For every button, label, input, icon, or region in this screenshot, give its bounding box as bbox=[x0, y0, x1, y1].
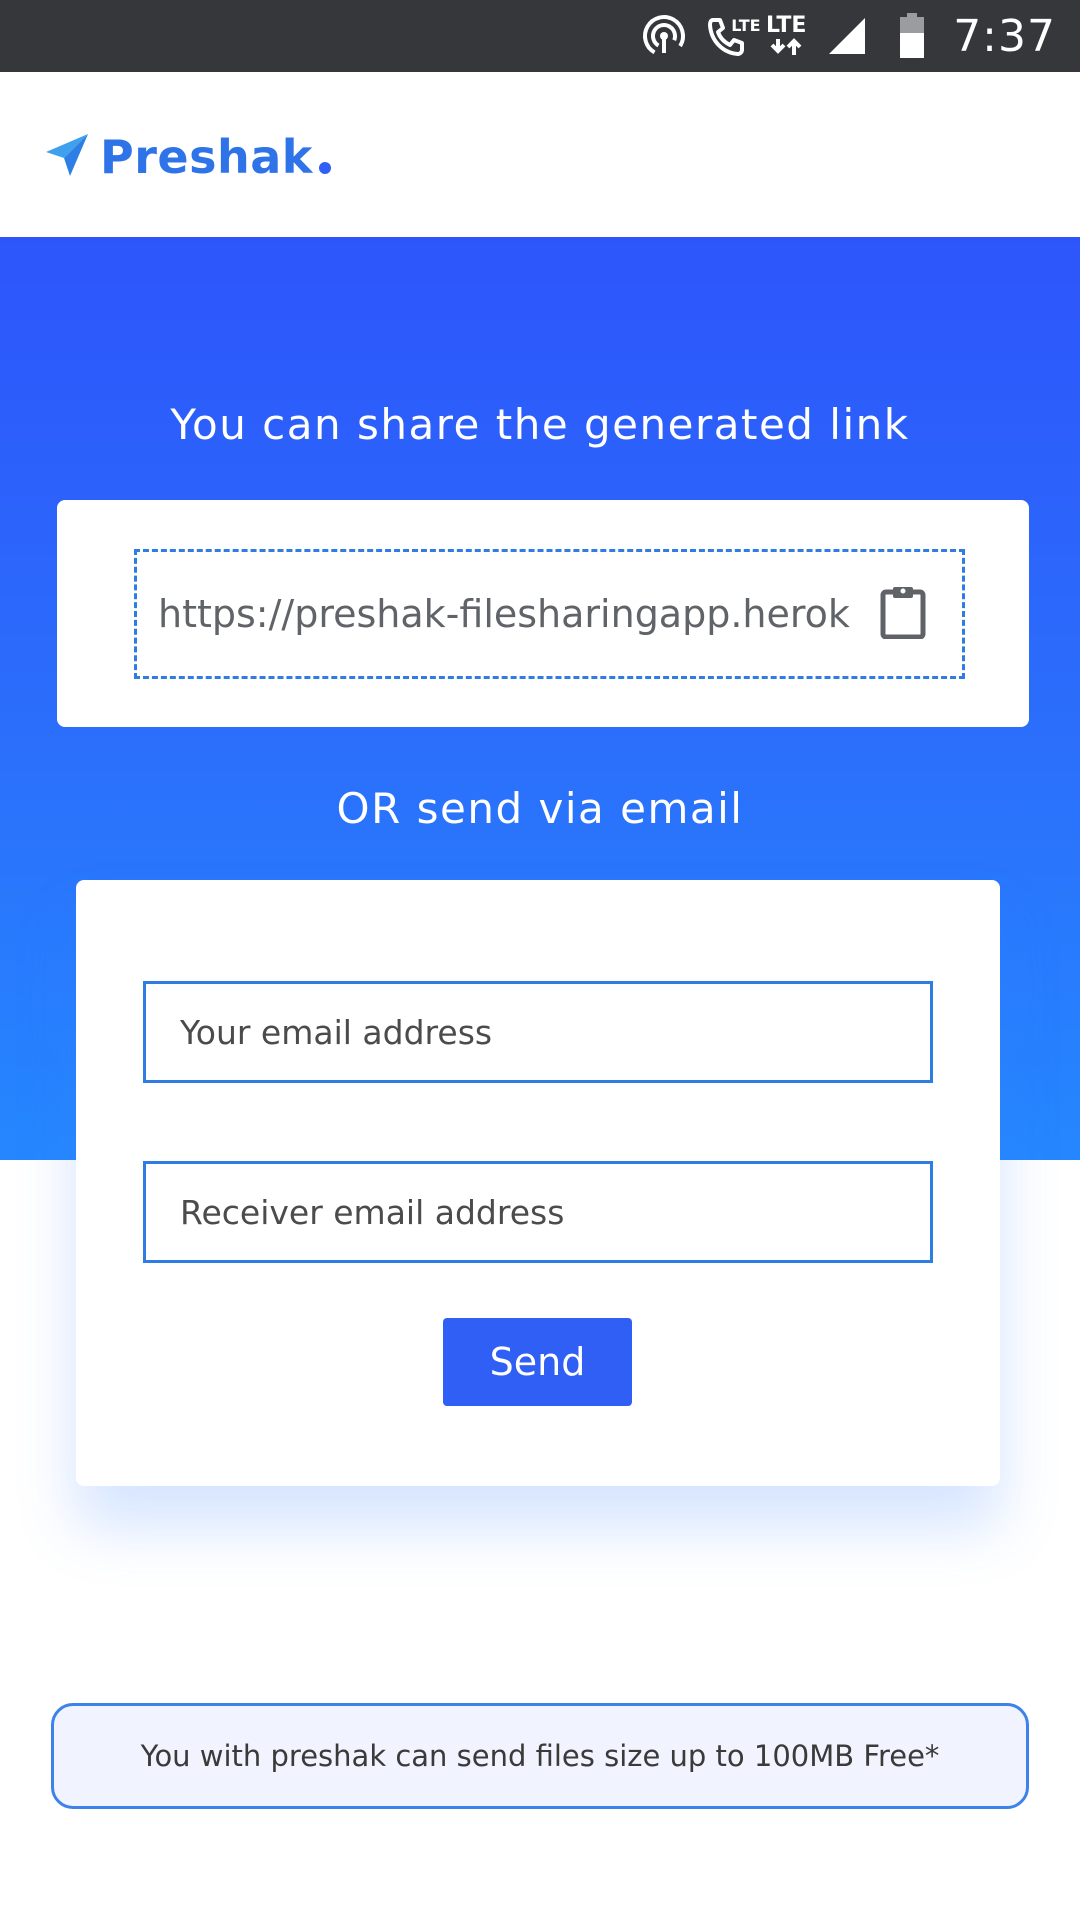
brand-dot bbox=[318, 162, 331, 174]
volte-lte-label: LTE bbox=[731, 16, 761, 35]
file-size-note: You with preshak can send files size up … bbox=[51, 1703, 1029, 1809]
email-form-card: Send bbox=[76, 880, 1000, 1486]
sender-email-input[interactable] bbox=[143, 981, 933, 1083]
paper-plane-icon bbox=[44, 132, 90, 182]
share-link-heading: You can share the generated link bbox=[170, 400, 910, 449]
send-button[interactable]: Send bbox=[443, 1318, 632, 1406]
hotspot-icon bbox=[641, 13, 687, 59]
status-bar: LTE LTE 7:37 bbox=[0, 0, 1080, 72]
link-card: https://preshak-filesharingapp.herok bbox=[57, 500, 1029, 727]
clipboard-icon[interactable] bbox=[880, 585, 926, 643]
status-time: 7:37 bbox=[953, 10, 1056, 62]
app-header: Preshak bbox=[0, 72, 1080, 237]
generated-link-text[interactable]: https://preshak-filesharingapp.herok bbox=[158, 592, 858, 636]
or-email-heading: OR send via email bbox=[336, 784, 744, 833]
lte-data-icon: LTE bbox=[763, 15, 809, 57]
signal-icon bbox=[827, 16, 867, 56]
volte-call-icon: LTE bbox=[705, 14, 761, 58]
receiver-email-input[interactable] bbox=[143, 1161, 933, 1263]
generated-link-field[interactable]: https://preshak-filesharingapp.herok bbox=[134, 549, 965, 679]
lte-label: LTE bbox=[765, 13, 807, 38]
battery-icon bbox=[899, 13, 925, 59]
status-icons: LTE LTE 7:37 bbox=[641, 0, 1056, 72]
file-size-note-text: You with preshak can send files size up … bbox=[140, 1739, 940, 1773]
brand-name: Preshak bbox=[100, 130, 313, 184]
brand-logo[interactable]: Preshak bbox=[44, 130, 331, 184]
